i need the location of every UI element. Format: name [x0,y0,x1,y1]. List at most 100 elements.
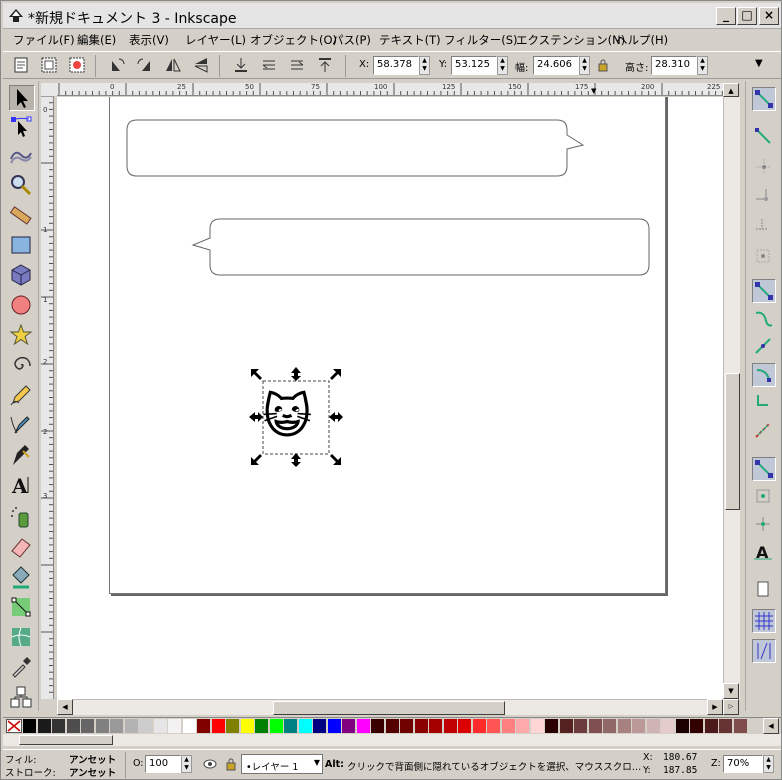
color-swatch[interactable] [371,719,384,733]
scroll-left-arrow-icon[interactable]: ◀ [57,699,73,715]
spiral-tool[interactable] [9,353,35,379]
scroll-up-arrow-icon[interactable]: ▲ [723,83,739,97]
snap-bbox-edge-toggle[interactable] [752,155,776,179]
fill-indicator[interactable]: アンセット [69,752,116,766]
color-swatch[interactable] [356,719,370,733]
color-swatch[interactable] [458,719,471,733]
select-all-icon[interactable] [11,55,31,75]
color-swatch[interactable] [545,719,558,733]
dropper-tool[interactable] [9,655,35,681]
y-spinner[interactable]: ▲ ▼ [497,56,508,75]
zoom-field[interactable]: 70% [723,755,763,773]
color-swatch[interactable] [400,719,413,733]
snap-guide-toggle[interactable] [752,639,776,663]
menu-layer[interactable]: レイヤー(L) [185,32,246,48]
minimize-button[interactable]: _ [716,7,736,25]
flip-horizontal-icon[interactable] [163,55,183,75]
color-swatch[interactable] [574,719,587,733]
color-swatch[interactable] [690,719,703,733]
horizontal-scroll-thumb[interactable] [273,701,505,715]
menu-text[interactable]: テキスト(T) [379,32,441,48]
snap-cusp-toggle[interactable] [752,363,776,387]
paint-bucket-tool[interactable] [9,565,35,591]
color-swatch[interactable] [516,719,529,733]
drawing-canvas[interactable]: 😺 [57,97,723,699]
snap-intersection-toggle[interactable] [752,335,776,359]
menu-help[interactable]: ヘルプ(H) [616,32,668,48]
color-swatch[interactable] [617,719,631,733]
color-swatch[interactable] [704,719,718,733]
menu-view[interactable]: 表示(V) [129,32,169,48]
x-field[interactable]: 58.378 [373,56,419,75]
color-swatch[interactable] [414,719,428,733]
color-swatch[interactable] [66,719,80,733]
menu-extensions[interactable]: エクステンション(N) [516,32,625,48]
color-swatch[interactable] [298,719,312,733]
snap-midpoint-path-toggle[interactable] [752,419,776,443]
color-swatch[interactable] [81,719,94,733]
color-swatch[interactable] [588,719,602,733]
snap-nodes-toggle[interactable] [752,279,776,303]
palette-scrollbar[interactable] [3,734,781,746]
snap-path-toggle[interactable] [752,307,776,331]
menu-edit[interactable]: 編集(E) [77,32,116,48]
color-swatch[interactable] [226,719,239,733]
raise-to-top-icon[interactable] [315,55,335,75]
horizontal-ruler[interactable]: 0 25 50 75 100 125 150 175 200 225 ▼ [57,83,723,96]
rectangle-tool[interactable] [9,233,35,259]
eraser-tool[interactable] [9,535,35,561]
snap-bbox-toggle[interactable] [752,125,776,149]
text-tool[interactable]: A [9,473,35,499]
opacity-field[interactable]: 100 [145,755,181,773]
color-swatch[interactable] [284,719,297,733]
color-swatch[interactable] [110,719,123,733]
width-field[interactable]: 24.606 [533,56,579,75]
height-field[interactable]: 28.310 [651,56,697,75]
3d-box-tool[interactable] [9,263,35,289]
eye-visibility-icon[interactable] [203,758,217,770]
color-swatch[interactable] [719,719,732,733]
color-swatch[interactable] [661,719,674,733]
x-spinner[interactable]: ▲ ▼ [419,56,430,75]
snap-bbox-corner-toggle[interactable] [752,185,776,209]
vertical-scroll-thumb[interactable] [725,373,740,510]
layer-lock-icon[interactable] [225,757,237,771]
menu-filters[interactable]: フィルター(S) [444,32,518,48]
color-swatch[interactable] [313,719,326,733]
color-swatch[interactable] [675,719,689,733]
no-paint-swatch[interactable] [6,719,22,733]
color-swatch[interactable] [559,719,573,733]
connector-tool[interactable] [9,685,35,711]
color-swatch[interactable] [124,719,138,733]
layer-dropdown[interactable]: •レイヤー 1 ▼ [241,754,323,774]
color-swatch[interactable] [52,719,65,733]
scroll-right-arrow-icon[interactable]: ▶ [707,699,723,715]
color-swatch[interactable] [632,719,645,733]
color-swatch[interactable] [733,719,747,733]
spray-tool[interactable] [9,505,35,531]
color-swatch[interactable] [501,719,515,733]
vertical-scrollbar[interactable] [723,97,740,699]
snap-text-baseline-toggle[interactable]: A [752,541,776,565]
snap-grid-toggle[interactable] [752,609,776,633]
color-swatch[interactable] [646,719,660,733]
color-swatch[interactable] [23,719,36,733]
color-swatch[interactable] [153,719,167,733]
flip-vertical-icon[interactable] [191,55,211,75]
scroll-down-arrow-icon[interactable]: ▼ [723,683,739,699]
lock-icon[interactable] [597,58,609,72]
y-field[interactable]: 53.125 [451,56,497,75]
maximize-button[interactable]: □ [737,7,757,25]
snap-enable-toggle[interactable] [752,87,776,111]
ellipse-tool[interactable] [9,293,35,319]
measure-tool[interactable] [9,203,35,229]
selector-tool[interactable] [9,85,35,111]
vertical-ruler[interactable]: 0 1 1 2 2 3 [41,96,54,699]
opacity-spinner[interactable]: ▲ ▼ [181,755,192,773]
palette-menu-arrow-icon[interactable]: ◀ [763,718,779,734]
color-swatch[interactable] [240,719,254,733]
color-swatch[interactable] [37,719,51,733]
color-swatch[interactable] [472,719,486,733]
close-button[interactable]: × [759,7,779,25]
color-swatch[interactable] [327,719,341,733]
